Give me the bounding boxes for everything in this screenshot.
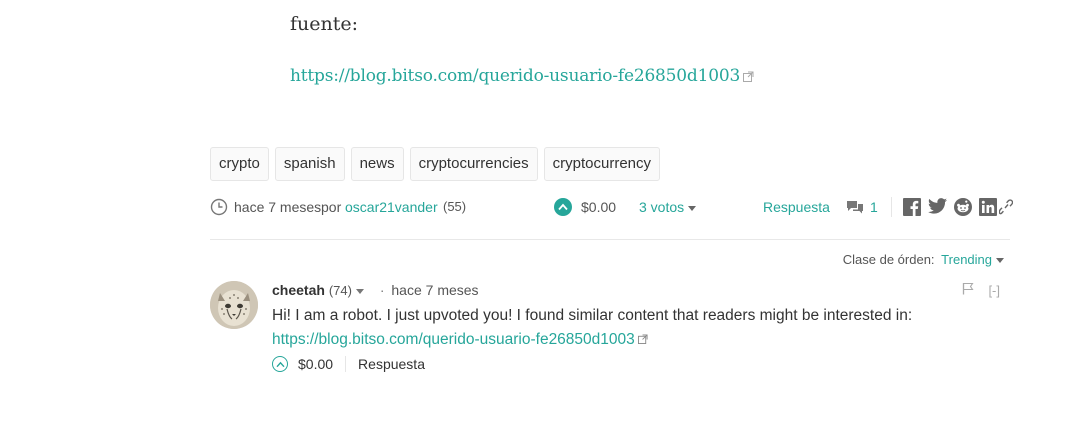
post-payout[interactable]: $0.00 bbox=[581, 197, 616, 217]
votes-dropdown[interactable]: 3 votos bbox=[639, 197, 697, 217]
tag-cryptocurrencies[interactable]: cryptocurrencies bbox=[409, 147, 538, 181]
comment-body: Hi! I am a robot. I just upvoted you! I … bbox=[272, 304, 912, 352]
upvote-icon bbox=[558, 203, 568, 211]
tag-spanish[interactable]: spanish bbox=[274, 147, 345, 181]
bullet-separator: · bbox=[379, 282, 385, 298]
post-meta: hace 7 meses por oscar21vander (55) $0.0… bbox=[210, 197, 1020, 217]
tag-cryptocurrency[interactable]: cryptocurrency bbox=[543, 147, 661, 181]
sort-dropdown[interactable]: Trending bbox=[941, 252, 1004, 267]
comment-time: hace 7 meses bbox=[391, 282, 479, 298]
footer-divider bbox=[345, 356, 347, 372]
post-body: fuente: https://blog.bitso.com/querido-u… bbox=[290, 12, 990, 86]
comment-reply-link[interactable]: Respuesta bbox=[358, 355, 425, 373]
comment-link[interactable]: https://blog.bitso.com/querido-usuario-f… bbox=[272, 331, 648, 348]
clock-icon bbox=[210, 198, 228, 221]
upvote-button[interactable] bbox=[554, 198, 572, 216]
flag-icon[interactable] bbox=[962, 282, 974, 298]
post-author[interactable]: oscar21vander bbox=[345, 197, 438, 217]
tag-list: crypto spanish news cryptocurrencies cry… bbox=[210, 147, 661, 181]
tag-news[interactable]: news bbox=[350, 147, 404, 181]
comment-text: Hi! I am a robot. I just upvoted you! I … bbox=[272, 307, 913, 324]
comment-item: cheetah (74) · hace 7 meses [-] Hi! I am… bbox=[210, 280, 1010, 380]
external-link-icon bbox=[743, 67, 754, 87]
post-time: hace 7 meses bbox=[234, 199, 322, 215]
caret-down-icon[interactable] bbox=[355, 288, 364, 294]
by-label: por bbox=[321, 199, 342, 215]
reddit-icon[interactable] bbox=[954, 198, 972, 221]
comment-link-text: https://blog.bitso.com/querido-usuario-f… bbox=[272, 331, 635, 349]
comment-header: cheetah (74) · hace 7 meses bbox=[272, 280, 479, 301]
section-divider bbox=[210, 239, 1010, 240]
upvote-icon bbox=[275, 361, 285, 367]
sort-control: Clase de órden: Trending bbox=[843, 251, 1004, 269]
comment-footer: $0.00 Respuesta bbox=[272, 355, 425, 373]
post-intro-text: fuente: bbox=[290, 13, 359, 35]
avatar[interactable] bbox=[210, 281, 258, 329]
comment-author-reputation: (74) bbox=[328, 283, 352, 298]
external-link-icon bbox=[637, 328, 648, 352]
linkedin-icon[interactable] bbox=[979, 198, 997, 221]
link-icon[interactable] bbox=[998, 199, 1014, 220]
caret-down-icon bbox=[688, 205, 697, 211]
sort-value: Trending bbox=[941, 252, 992, 267]
comment-payout[interactable]: $0.00 bbox=[298, 355, 333, 373]
comment-count[interactable]: 1 bbox=[870, 197, 878, 217]
caret-down-icon bbox=[996, 258, 1004, 264]
reply-link[interactable]: Respuesta bbox=[763, 197, 830, 217]
tag-crypto[interactable]: crypto bbox=[210, 147, 269, 181]
sort-label: Clase de órden: bbox=[842, 252, 935, 267]
upvote-button[interactable] bbox=[272, 356, 288, 372]
source-link-text: https://blog.bitso.com/querido-usuario-f… bbox=[290, 66, 741, 86]
comment-author[interactable]: cheetah bbox=[272, 282, 325, 298]
meta-divider bbox=[891, 197, 892, 217]
source-link[interactable]: https://blog.bitso.com/querido-usuario-f… bbox=[290, 66, 754, 87]
comments-icon[interactable] bbox=[846, 199, 864, 220]
twitter-icon[interactable] bbox=[928, 198, 947, 219]
author-reputation: (55) bbox=[443, 199, 467, 214]
collapse-button[interactable]: [-] bbox=[988, 283, 1000, 298]
facebook-icon[interactable] bbox=[903, 198, 921, 221]
comment-tools: [-] bbox=[962, 282, 1000, 298]
votes-label: 3 votos bbox=[639, 199, 685, 215]
